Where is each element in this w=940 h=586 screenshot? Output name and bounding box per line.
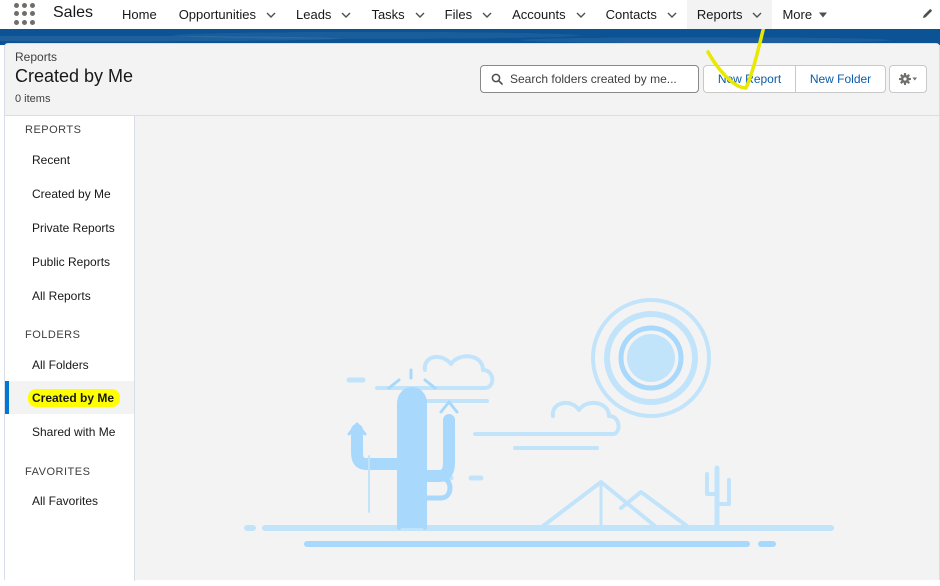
- global-nav: Sales Home Opportunities Leads Tasks Fil…: [0, 0, 940, 29]
- chevron-down-icon[interactable]: [415, 10, 425, 20]
- search-box: [480, 65, 699, 93]
- sidebar-item-private-reports[interactable]: Private Reports: [5, 211, 134, 244]
- chevron-down-icon[interactable]: [576, 10, 586, 20]
- pencil-icon[interactable]: [921, 7, 934, 20]
- sidebar-item-label: Created by Me: [28, 388, 121, 407]
- app-name: Sales: [53, 4, 94, 21]
- section-title-reports: REPORTS: [25, 124, 82, 136]
- new-report-button[interactable]: New Report: [704, 66, 796, 92]
- nav-tab-label: More: [782, 7, 813, 22]
- sidebar-item-label: Public Reports: [32, 254, 111, 269]
- nav-tab-label: Home: [122, 7, 157, 22]
- gear-icon: [899, 73, 917, 85]
- desert-empty-state-illustration: [244, 298, 834, 547]
- section-title-favorites: FAVORITES: [25, 466, 91, 478]
- empty-state-area: [135, 116, 939, 581]
- chevron-down-icon[interactable]: [667, 10, 677, 20]
- nav-tab-files[interactable]: Files: [435, 0, 502, 29]
- sidebar-item-recent[interactable]: Recent: [5, 143, 134, 176]
- sidebar-item-label: Created by Me: [32, 186, 111, 201]
- nav-tab-accounts[interactable]: Accounts: [502, 0, 595, 29]
- sidebar-item-public-reports[interactable]: Public Reports: [5, 245, 134, 278]
- chevron-down-icon[interactable]: [266, 10, 276, 20]
- nav-tab-leads[interactable]: Leads: [286, 0, 361, 29]
- folder-sidebar: REPORTS Recent Created by Me Private Rep…: [5, 116, 135, 581]
- search-icon: [491, 73, 503, 85]
- nav-tab-label: Reports: [696, 7, 743, 22]
- chevron-down-icon[interactable]: [482, 10, 492, 20]
- nav-tab-home[interactable]: Home: [112, 0, 169, 29]
- sidebar-item-label: Recent: [32, 152, 71, 167]
- nav-tab-label: Contacts: [605, 7, 657, 22]
- breadcrumb: Reports: [15, 50, 58, 64]
- nav-tab-reports[interactable]: Reports: [686, 0, 773, 29]
- nav-tab-label: Files: [444, 7, 473, 22]
- sidebar-item-created-by-me-reports[interactable]: Created by Me: [5, 177, 134, 210]
- nav-tab-label: Leads: [296, 7, 332, 22]
- sidebar-item-label: All Favorites: [32, 493, 99, 508]
- nav-tab-opportunities[interactable]: Opportunities: [169, 0, 286, 29]
- waffle-icon[interactable]: [14, 3, 36, 25]
- sidebar-item-all-favorites[interactable]: All Favorites: [5, 484, 134, 517]
- caret-down-icon[interactable]: [818, 10, 828, 20]
- search-input[interactable]: [510, 72, 690, 86]
- nav-tab-label: Tasks: [371, 7, 405, 22]
- chevron-down-icon[interactable]: [341, 10, 351, 20]
- nav-tab-label: Opportunities: [178, 7, 257, 22]
- sidebar-item-label: All Folders: [32, 357, 89, 372]
- chevron-down-icon[interactable]: [752, 10, 762, 20]
- sidebar-item-label: Private Reports: [32, 220, 115, 235]
- nav-tab-contacts[interactable]: Contacts: [596, 0, 687, 29]
- settings-menu-button[interactable]: [889, 65, 927, 93]
- action-button-group: New Report New Folder: [703, 65, 886, 93]
- sidebar-item-shared-with-me[interactable]: Shared with Me: [5, 415, 134, 448]
- nav-tabs: Home Opportunities Leads Tasks Files Acc…: [112, 0, 838, 29]
- reports-page: Reports Created by Me 0 items New Report…: [4, 43, 940, 581]
- section-title-folders: FOLDERS: [25, 329, 81, 341]
- sidebar-item-label: Shared with Me: [32, 424, 116, 439]
- sidebar-item-created-by-me-folders[interactable]: Created by Me: [5, 381, 134, 414]
- sidebar-item-all-reports[interactable]: All Reports: [5, 279, 134, 312]
- nav-tab-more[interactable]: More: [772, 0, 838, 29]
- sidebar-item-label: All Reports: [32, 288, 91, 303]
- nav-tab-label: Accounts: [512, 7, 566, 22]
- sidebar-item-all-folders[interactable]: All Folders: [5, 348, 134, 381]
- page-title: Created by Me: [15, 66, 134, 86]
- page-header: Reports Created by Me 0 items New Report…: [5, 44, 939, 116]
- item-count: 0 items: [15, 93, 51, 105]
- new-folder-button[interactable]: New Folder: [796, 66, 885, 92]
- nav-tab-tasks[interactable]: Tasks: [361, 0, 434, 29]
